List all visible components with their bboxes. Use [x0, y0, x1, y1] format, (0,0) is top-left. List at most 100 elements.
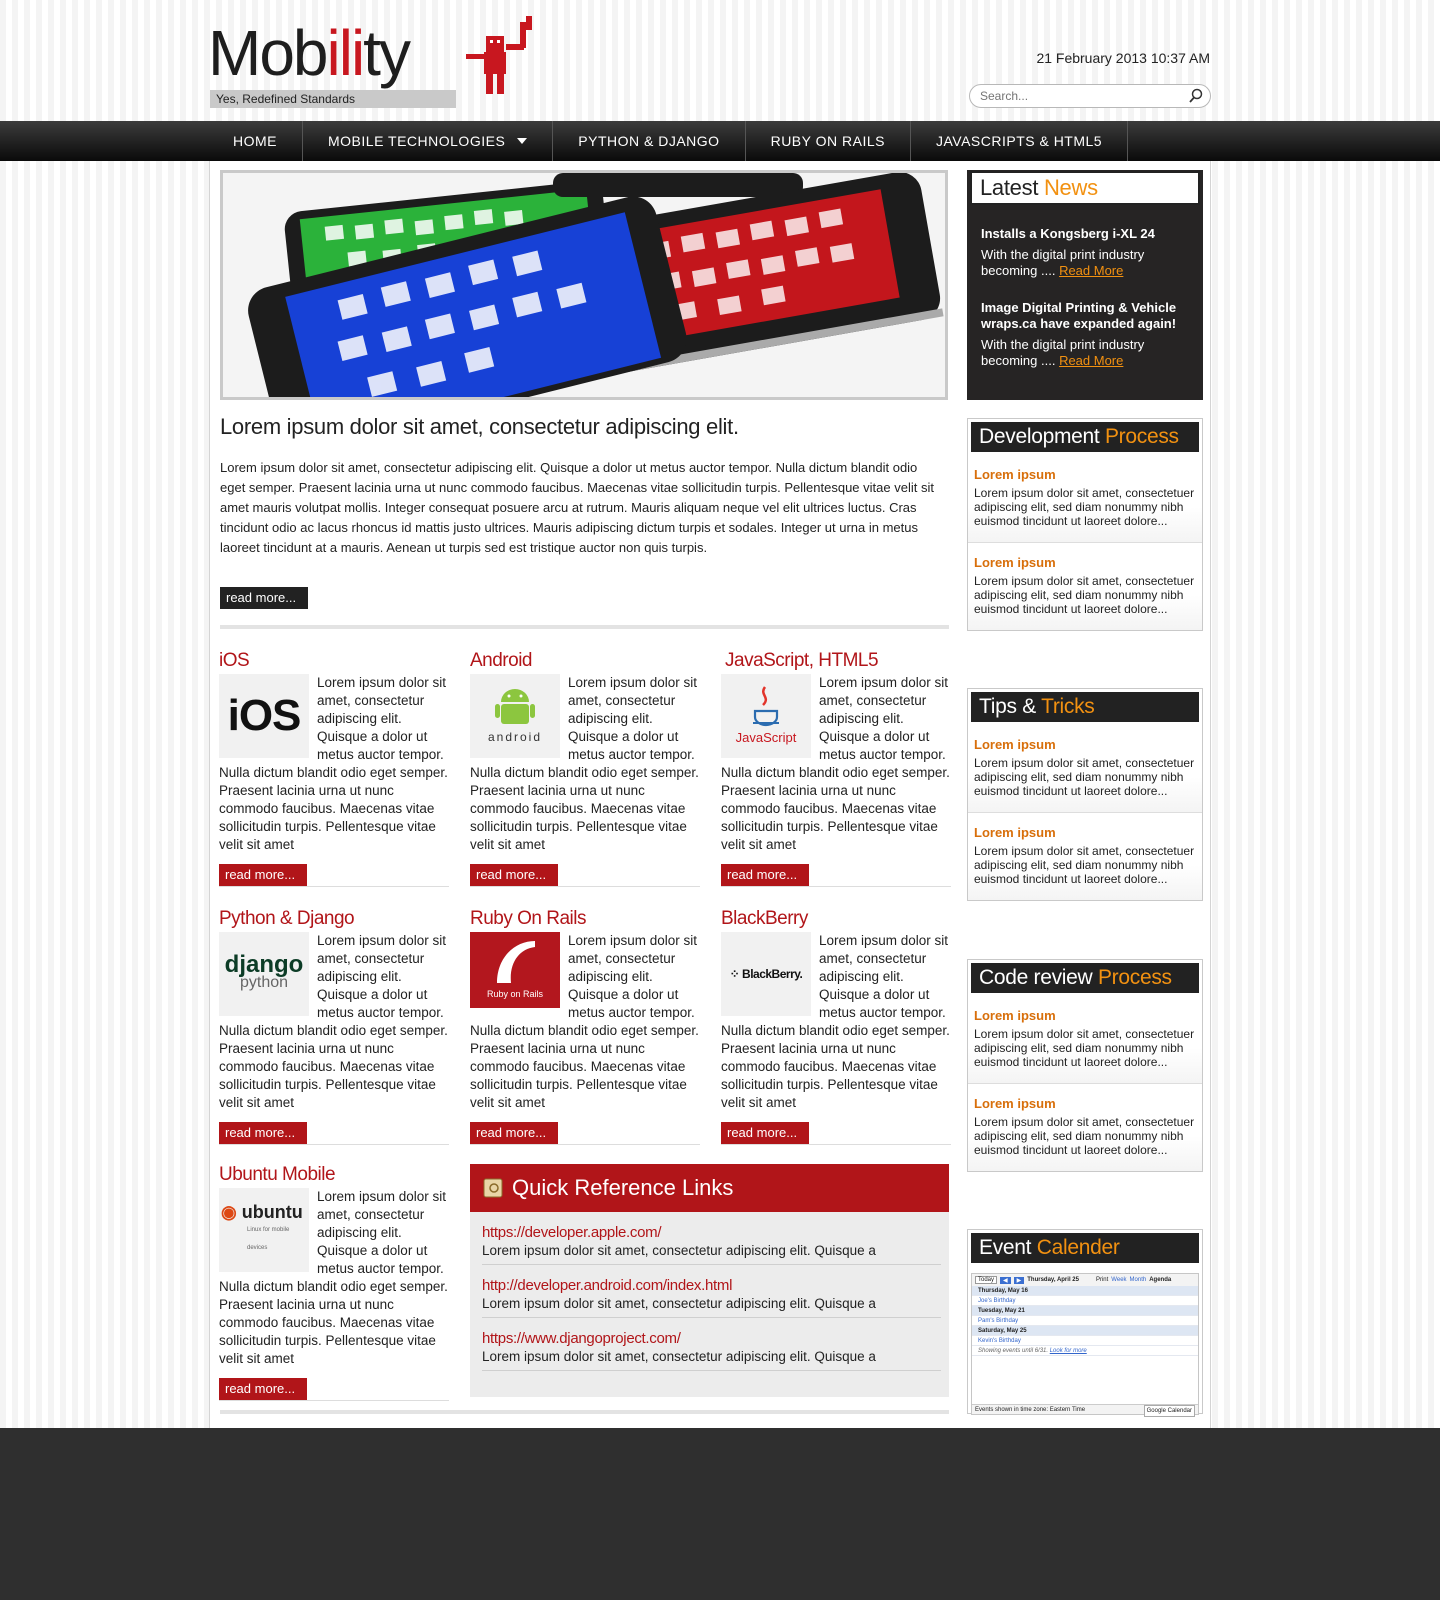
card-ios: iOS iOS Lorem ipsum dolor sit amet, cons…	[219, 648, 449, 887]
panel-item-title[interactable]: Lorem ipsum	[974, 737, 1196, 752]
google-calendar-badge[interactable]: Google Calendar	[1143, 1405, 1195, 1417]
embedded-calendar[interactable]: Today ◀ ▶ Thursday, April 25 Print Week …	[971, 1273, 1199, 1417]
panel-item: Lorem ipsum Lorem ipsum dolor sit amet, …	[968, 813, 1202, 900]
panel-item-title[interactable]: Lorem ipsum	[974, 1096, 1196, 1111]
main-article-title: Lorem ipsum dolor sit amet, consectetur …	[220, 414, 739, 439]
news-item: Image Digital Printing & Vehicle wraps.c…	[981, 300, 1196, 369]
code-review-process-panel: Code review Process Lorem ipsum Lorem ip…	[967, 959, 1203, 1172]
card-read-more-button[interactable]: read more...	[219, 1378, 307, 1400]
nav-item-python-django[interactable]: PYTHON & DJANGO	[553, 121, 746, 161]
site-logo[interactable]: Mobility Yes, Redefined Standards	[208, 14, 538, 109]
news-read-more-link[interactable]: Read More	[1059, 263, 1123, 278]
ios-logo-icon: iOS	[219, 674, 309, 758]
panel-item: Lorem ipsum Lorem ipsum dolor sit amet, …	[968, 543, 1202, 630]
content-bottom-divider	[220, 1410, 949, 1414]
news-item-title[interactable]: Image Digital Printing & Vehicle wraps.c…	[981, 300, 1196, 332]
card-read-more-button[interactable]: read more...	[721, 864, 809, 886]
calendar-look-more-link[interactable]: Look for more	[1050, 1348, 1087, 1354]
panel-item: Lorem ipsum Lorem ipsum dolor sit amet, …	[968, 725, 1202, 813]
calendar-showing-row: Showing events until 6/31. Look for more	[972, 1346, 1198, 1356]
card-ruby-on-rails: Ruby On Rails Ruby on Rails Lorem ipsum …	[470, 906, 700, 1145]
panel-item-title[interactable]: Lorem ipsum	[974, 467, 1196, 482]
calendar-prev-icon[interactable]: ◀	[1000, 1276, 1011, 1284]
smartphones-illustration	[223, 173, 945, 397]
card-divider	[721, 1144, 951, 1145]
card-read-more-button[interactable]: read more...	[470, 864, 558, 886]
chevron-down-icon	[517, 138, 528, 144]
django-python-logo-icon: django python	[219, 932, 309, 1016]
quick-reference-link[interactable]: https://developer.apple.com/	[482, 1224, 941, 1241]
search-box[interactable]	[969, 84, 1211, 108]
calendar-week-tab[interactable]: Week	[1111, 1277, 1126, 1283]
bookmark-icon	[483, 1178, 503, 1198]
card-title: Ruby On Rails	[470, 908, 587, 929]
quick-reference-header: Quick Reference Links	[470, 1164, 949, 1212]
blackberry-logo-icon: ⁘ BlackBerry.	[721, 932, 811, 1016]
quick-reference-item: http://developer.android.com/index.html …	[482, 1265, 941, 1318]
card-divider	[470, 1144, 700, 1145]
card-read-more-button[interactable]: read more...	[219, 1122, 307, 1144]
mascot-icon	[466, 16, 532, 94]
card-divider	[219, 1400, 449, 1401]
calendar-next-icon[interactable]: ▶	[1013, 1276, 1025, 1284]
main-article-text: Lorem ipsum dolor sit amet, consectetur …	[220, 460, 934, 555]
card-title: Ubuntu Mobile	[219, 1164, 336, 1185]
card-javascript: JavaScript, HTML5 JavaScript Lorem ipsum…	[721, 648, 951, 887]
search-icon[interactable]	[1188, 88, 1204, 104]
card-android: Android android Lorem ipsum dolor sit am…	[470, 648, 700, 887]
news-read-more-link[interactable]: Read More	[1059, 353, 1123, 368]
calendar-event-row[interactable]: Joe's Birthday	[972, 1296, 1198, 1306]
card-ubuntu-mobile: Ubuntu Mobile ◉ ubuntu Linux for mobile …	[219, 1162, 449, 1401]
quick-reference-link[interactable]: https://www.djangoproject.com/	[482, 1330, 941, 1347]
card-read-more-button[interactable]: read more...	[219, 864, 307, 886]
calendar-today-button[interactable]: Today	[975, 1276, 998, 1284]
card-read-more-button[interactable]: read more...	[470, 1122, 558, 1144]
tips-tricks-panel: Tips & Tricks Lorem ipsum Lorem ipsum do…	[967, 688, 1203, 901]
ubuntu-logo-icon: ◉ ubuntu Linux for mobile devices	[219, 1188, 309, 1272]
panel-item: Lorem ipsum Lorem ipsum dolor sit amet, …	[968, 455, 1202, 543]
nav-item-mobile-technologies[interactable]: MOBILE TECHNOLOGIES	[303, 121, 554, 161]
development-process-panel: Development Process Lorem ipsum Lorem ip…	[967, 418, 1203, 631]
quick-reference-links-panel: Quick Reference Links https://developer.…	[470, 1164, 949, 1397]
card-title: JavaScript, HTML5	[725, 650, 879, 671]
card-divider	[219, 1144, 449, 1145]
logo-tagline: Yes, Redefined Standards	[210, 90, 456, 108]
panel-header: Event Calender	[971, 1233, 1199, 1263]
calendar-day-row: Tuesday, May 21	[972, 1306, 1198, 1316]
news-item-title[interactable]: Installs a Kongsberg i-XL 24	[981, 226, 1196, 242]
logo-wordmark: Mobility	[208, 17, 411, 89]
card-divider	[470, 886, 700, 887]
nav-item-javascripts-html5[interactable]: JAVASCRIPTS & HTML5	[911, 121, 1129, 161]
nav-item-home[interactable]: HOME	[208, 121, 303, 161]
card-divider	[721, 886, 951, 887]
panel-header: Tips & Tricks	[971, 692, 1199, 722]
main-read-more-button[interactable]: read more...	[220, 587, 308, 609]
card-title: iOS	[219, 650, 250, 671]
ruby-on-rails-logo-icon: Ruby on Rails	[470, 932, 560, 1008]
panel-item-title[interactable]: Lorem ipsum	[974, 555, 1196, 570]
calendar-print-button[interactable]: Print	[1096, 1277, 1108, 1283]
latest-news-panel: Latest News Installs a Kongsberg i-XL 24…	[967, 170, 1203, 400]
calendar-agenda-tab[interactable]: Agenda	[1149, 1277, 1171, 1283]
calendar-event-row[interactable]: Pam's Birthday	[972, 1316, 1198, 1326]
calendar-toolbar: Today ◀ ▶ Thursday, April 25 Print Week …	[972, 1274, 1198, 1286]
panel-item-title[interactable]: Lorem ipsum	[974, 1008, 1196, 1023]
calendar-footer: Events shown in time zone: Eastern Time …	[972, 1404, 1198, 1417]
nav-item-ruby-on-rails[interactable]: RUBY ON RAILS	[746, 121, 911, 161]
card-blackberry: BlackBerry ⁘ BlackBerry. Lorem ipsum dol…	[721, 906, 951, 1145]
news-item: Installs a Kongsberg i-XL 24 With the di…	[981, 226, 1196, 279]
calendar-month-tab[interactable]: Month	[1130, 1277, 1147, 1283]
quick-reference-link[interactable]: http://developer.android.com/index.html	[482, 1277, 941, 1294]
panel-item: Lorem ipsum Lorem ipsum dolor sit amet, …	[968, 1084, 1202, 1171]
search-input[interactable]	[970, 85, 1170, 107]
latest-news-header: Latest News	[970, 171, 1200, 205]
hero-slider-image[interactable]	[220, 170, 948, 400]
panel-item-title[interactable]: Lorem ipsum	[974, 825, 1196, 840]
main-navigation: HOME MOBILE TECHNOLOGIES PYTHON & DJANGO…	[0, 121, 1440, 161]
site-header: Mobility Yes, Redefined Standards 21 Feb…	[0, 0, 1440, 121]
card-read-more-button[interactable]: read more...	[721, 1122, 809, 1144]
calendar-day-row: Saturday, May 25	[972, 1326, 1198, 1336]
calendar-event-row[interactable]: Kevin's Birthday	[972, 1336, 1198, 1346]
quick-reference-item: https://developer.apple.com/ Lorem ipsum…	[482, 1212, 941, 1265]
current-date: 21 February 2013 10:37 AM	[1036, 50, 1210, 66]
